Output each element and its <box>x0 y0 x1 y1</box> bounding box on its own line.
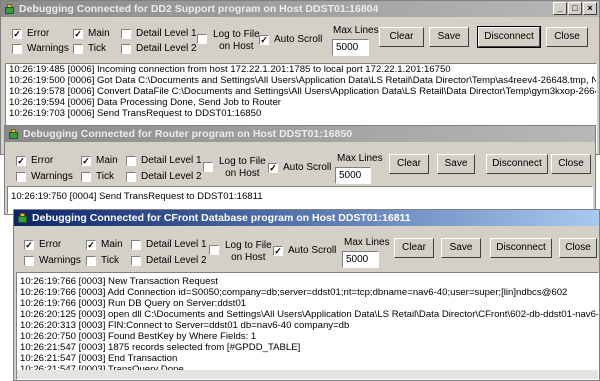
close-button[interactable]: Close <box>551 154 591 174</box>
app-icon <box>17 212 28 224</box>
main-checkbox[interactable]: ✓ Main <box>73 28 110 39</box>
checkbox-box[interactable] <box>131 255 141 266</box>
log-line: 10:26:19:766 [0003] Add Connection id=S0… <box>20 287 568 298</box>
max-lines-input[interactable]: 5000 <box>335 167 371 184</box>
save-button[interactable]: Save <box>441 238 481 258</box>
max-lines-label: Max Lines <box>344 237 390 248</box>
horizontal-scrollbar[interactable] <box>17 370 598 379</box>
auto-scroll-checkbox[interactable]: ✓ Auto Scroll <box>268 162 331 173</box>
log-line: 10:26:19:500 [0006] Got Data C:\Document… <box>9 75 597 86</box>
detail-level-1-checkbox[interactable]: Detail Level 1 <box>126 155 202 166</box>
detail-level-1-checkbox[interactable]: Detail Level 1 <box>131 239 207 250</box>
max-lines-input[interactable]: 5000 <box>342 251 379 268</box>
log-to-file-checkbox[interactable] <box>209 245 224 255</box>
log-to-file-checkbox[interactable] <box>197 34 212 44</box>
warnings-checkbox[interactable]: Warnings <box>24 255 81 266</box>
checkbox-box[interactable]: ✓ <box>86 239 96 250</box>
log-to-file-label: Log to File on Host <box>225 240 272 263</box>
checkbox-box[interactable] <box>131 239 141 250</box>
checkbox-box[interactable]: ✓ <box>273 245 283 256</box>
checkbox-box[interactable] <box>197 34 207 44</box>
clear-button[interactable]: Clear <box>389 154 429 174</box>
debug-window-router: Debugging Connected for Router program o… <box>4 125 596 215</box>
detail-level-2-checkbox[interactable]: Detail Level 2 <box>126 171 202 182</box>
checkbox-box[interactable] <box>12 43 22 54</box>
disconnect-button[interactable]: Disconnect <box>490 238 552 258</box>
checkbox-box[interactable]: ✓ <box>81 155 91 166</box>
save-button[interactable]: Save <box>437 154 475 174</box>
auto-scroll-checkbox[interactable]: ✓ Auto Scroll <box>259 34 322 45</box>
log-line: 10:26:19:750 [0004] Send TransRequest to… <box>11 191 263 202</box>
app-icon <box>8 128 19 140</box>
detail-level-1-checkbox[interactable]: Detail Level 1 <box>121 28 197 39</box>
checkbox-box[interactable]: ✓ <box>259 34 269 45</box>
auto-scroll-checkbox[interactable]: ✓ Auto Scroll <box>273 245 336 256</box>
app-icon <box>4 3 15 15</box>
log-line: 10:26:21:547 [0003] End Transaction <box>20 353 178 364</box>
window-title: Debugging Connected for CFront Database … <box>32 212 411 224</box>
checkbox-box[interactable] <box>121 43 131 54</box>
log-line: 10:26:20:313 [0003] FIN:Connect to Serve… <box>20 320 350 331</box>
window-titlebar[interactable]: Debugging Connected for Router program o… <box>5 126 595 142</box>
log-line: 10:26:19:594 [0006] Data Processing Done… <box>9 97 282 108</box>
checkbox-box[interactable]: ✓ <box>268 162 278 173</box>
close-button[interactable]: Close <box>559 238 597 258</box>
tick-checkbox[interactable]: Tick <box>73 43 106 54</box>
save-button[interactable]: Save <box>429 27 469 47</box>
max-lines-label: Max Lines <box>337 153 383 164</box>
checkbox-box[interactable] <box>16 171 26 182</box>
checkbox-box[interactable] <box>121 28 131 39</box>
disconnect-button[interactable]: Disconnect <box>477 26 541 48</box>
log-to-file-checkbox[interactable] <box>203 162 218 172</box>
debug-window-cfront-database: Debugging Connected for CFront Database … <box>13 209 600 381</box>
clear-button[interactable]: Clear <box>379 27 424 47</box>
minimize-button[interactable]: _ <box>553 2 567 15</box>
checkbox-box[interactable]: ✓ <box>16 155 26 166</box>
detail-level-2-checkbox[interactable]: Detail Level 2 <box>131 255 207 266</box>
warnings-checkbox[interactable]: Warnings <box>16 171 73 182</box>
checkbox-box[interactable]: ✓ <box>12 28 22 39</box>
main-checkbox[interactable]: ✓ Main <box>81 155 118 166</box>
maximize-button[interactable]: □ <box>568 2 582 15</box>
checkbox-box[interactable] <box>203 162 213 172</box>
close-window-button[interactable]: × <box>583 2 597 15</box>
log-line: 10:26:19:703 [0006] Send TransRequest to… <box>9 108 262 119</box>
checkbox-box[interactable] <box>209 245 219 255</box>
main-checkbox[interactable]: ✓ Main <box>86 239 123 250</box>
checkbox-box[interactable] <box>73 43 83 54</box>
checkbox-box[interactable] <box>86 255 96 266</box>
detail-level-2-checkbox[interactable]: Detail Level 2 <box>121 43 197 54</box>
log-line: 10:26:21:547 [0003] 1875 records selecte… <box>20 342 301 353</box>
log-line: 10:26:19:485 [0006] Incoming connection … <box>9 64 451 75</box>
checkbox-box[interactable] <box>126 171 136 182</box>
log-line: 10:26:19:766 [0003] New Transaction Requ… <box>20 276 218 287</box>
checkbox-box[interactable]: ✓ <box>24 239 34 250</box>
log-line: 10:26:20:125 [0003] open dll C:\Document… <box>20 309 599 320</box>
error-checkbox[interactable]: ✓ Error <box>16 155 53 166</box>
window-title: Debugging Connected for Router program o… <box>23 128 353 140</box>
window-titlebar[interactable]: Debugging Connected for CFront Database … <box>14 210 599 226</box>
window-title: Debugging Connected for DD2 Support prog… <box>19 3 379 15</box>
warnings-checkbox[interactable]: Warnings <box>12 43 69 54</box>
log-line: 10:26:19:578 [0006] Convert DataFile C:\… <box>9 86 597 97</box>
clear-button[interactable]: Clear <box>394 238 434 258</box>
checkbox-box[interactable] <box>126 155 136 166</box>
disconnect-button[interactable]: Disconnect <box>486 154 548 174</box>
checkbox-box[interactable]: ✓ <box>73 28 83 39</box>
error-checkbox[interactable]: ✓ Error <box>24 239 61 250</box>
log-line: 10:26:20:750 [0003] Found BestKey by Whe… <box>20 331 257 342</box>
max-lines-input[interactable]: 5000 <box>332 39 369 56</box>
window-titlebar[interactable]: Debugging Connected for DD2 Support prog… <box>1 1 599 17</box>
close-button[interactable]: Close <box>546 27 588 47</box>
log-output[interactable]: 10:26:19:766 [0003] New Transaction Requ… <box>16 272 599 380</box>
log-to-file-label: Log to File on Host <box>219 156 266 179</box>
tick-checkbox[interactable]: Tick <box>81 171 114 182</box>
checkbox-box[interactable] <box>81 171 91 182</box>
error-checkbox[interactable]: ✓ Error <box>12 28 49 39</box>
checkbox-box[interactable] <box>24 255 34 266</box>
tick-checkbox[interactable]: Tick <box>86 255 119 266</box>
log-to-file-label: Log to File on Host <box>213 29 260 52</box>
log-line: 10:26:19:766 [0003] Run DB Query on Serv… <box>20 298 247 309</box>
max-lines-label: Max Lines <box>333 25 379 36</box>
